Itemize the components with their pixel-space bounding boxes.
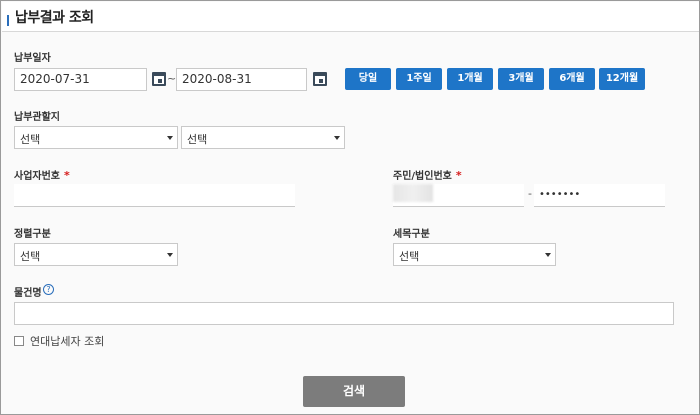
business-number-label: 사업자번호 *	[14, 167, 70, 182]
start-date-input[interactable]: 2020-07-31	[14, 68, 147, 91]
chevron-down-icon	[334, 136, 340, 140]
tax-type-select[interactable]: 선택	[393, 243, 556, 266]
correction-type-select-value: 선택	[20, 250, 41, 263]
resident-number-label-text: 주민/법인번호	[393, 171, 452, 182]
joint-taxpayer-label: 연대납세자 조회	[30, 335, 105, 348]
title-accent-bar	[7, 15, 9, 26]
tax-type-label: 세목구분	[393, 229, 430, 240]
required-mark: *	[64, 169, 70, 182]
chevron-down-icon	[167, 136, 173, 140]
calendar-icon[interactable]	[313, 72, 327, 86]
period-6month-button[interactable]: 6개월	[549, 68, 595, 90]
jurisdiction-label: 납부관할지	[14, 112, 60, 123]
jurisdiction-select-2[interactable]: 선택	[181, 126, 345, 149]
page-title: 납부결과 조회	[15, 10, 94, 26]
resident-number-label: 주민/법인번호 *	[393, 167, 462, 182]
search-button[interactable]: 검색	[303, 376, 405, 407]
resident-number-separator: -	[528, 187, 532, 200]
item-name-input[interactable]	[14, 302, 674, 325]
calendar-icon[interactable]	[152, 72, 166, 86]
required-mark: *	[455, 169, 462, 182]
period-12month-button[interactable]: 12개월	[599, 68, 645, 90]
payment-date-label: 납부일자	[14, 53, 51, 64]
main-panel: 납부결과 조회 납부일자 2020-07-31 ~ 2020-08-31 당일 …	[0, 0, 700, 415]
period-3month-button[interactable]: 3개월	[498, 68, 544, 90]
resident-number-back-input[interactable]: •••••••	[534, 184, 665, 207]
masked-value	[393, 184, 433, 202]
panel-header: 납부결과 조회	[2, 2, 699, 32]
correction-type-select[interactable]: 선택	[14, 243, 178, 266]
chevron-down-icon	[167, 253, 173, 257]
end-date-input[interactable]: 2020-08-31	[176, 68, 307, 91]
business-number-label-text: 사업자번호	[14, 171, 60, 182]
jurisdiction-select-2-value: 선택	[187, 133, 208, 146]
joint-taxpayer-checkbox[interactable]	[14, 336, 24, 346]
item-name-label: 물건명	[14, 288, 42, 299]
tax-type-select-value: 선택	[399, 250, 420, 263]
business-number-input[interactable]	[14, 184, 295, 207]
help-icon[interactable]: ?	[43, 284, 54, 295]
jurisdiction-select-1-value: 선택	[20, 133, 41, 146]
period-1week-button[interactable]: 1주일	[396, 68, 442, 90]
period-1month-button[interactable]: 1개월	[447, 68, 493, 90]
correction-type-label: 정렬구분	[14, 229, 51, 240]
chevron-down-icon	[545, 253, 551, 257]
period-today-button[interactable]: 당일	[345, 68, 391, 90]
jurisdiction-select-1[interactable]: 선택	[14, 126, 178, 149]
date-range-separator: ~	[167, 72, 177, 85]
